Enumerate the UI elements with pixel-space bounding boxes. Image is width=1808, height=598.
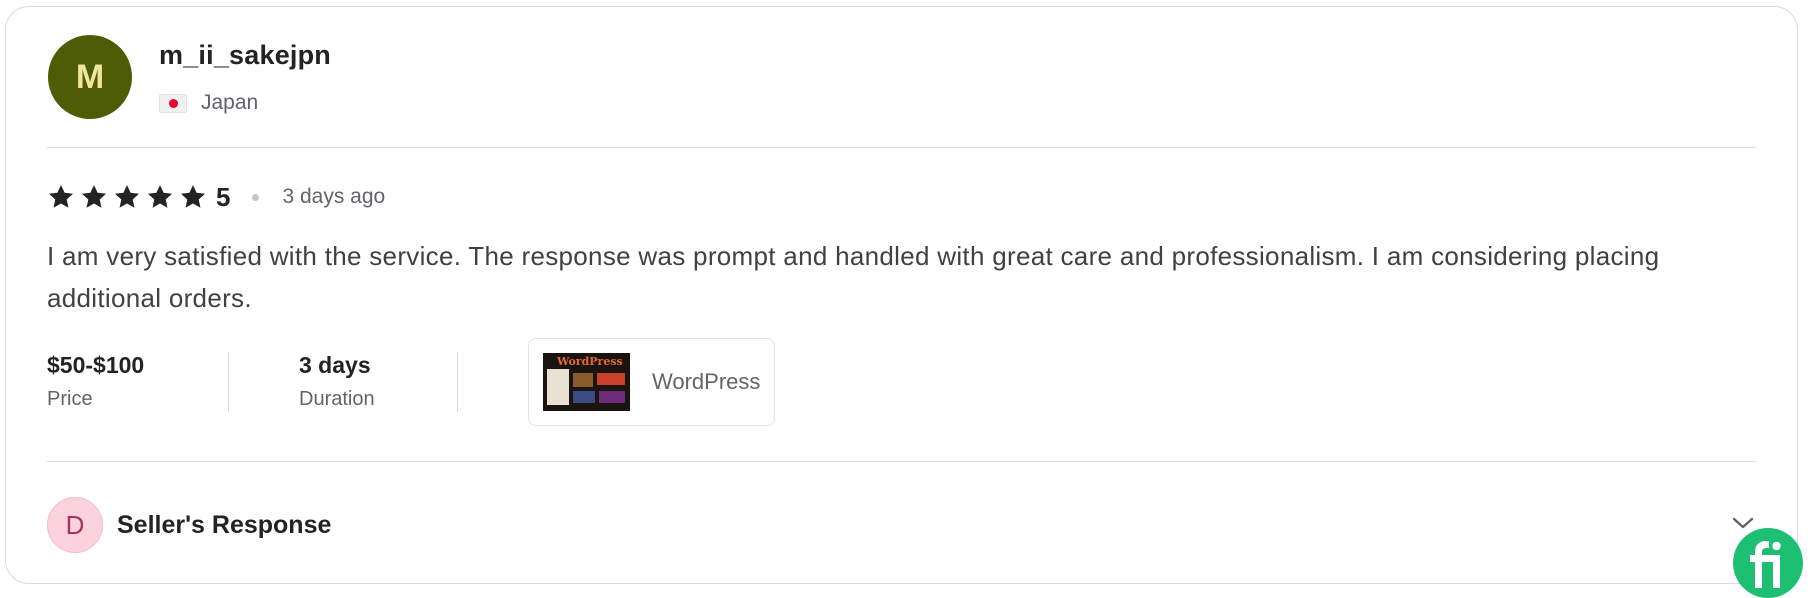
rating-value: 5	[216, 181, 231, 212]
gig-thumbnail: WordPress	[543, 353, 630, 411]
star-icon	[114, 185, 140, 208]
review-card: M m_ii_sakejpn Japan 5 3 days ago I am v…	[5, 6, 1798, 584]
reviewer-country: Japan	[201, 91, 259, 114]
reviewer-avatar[interactable]: M	[48, 35, 132, 119]
gig-thumbnail-logo: WordPress	[557, 355, 623, 368]
order-meta: $50-$100 Price 3 days Duration WordPress…	[47, 338, 776, 426]
separator-dot	[252, 193, 260, 201]
fiverr-logo-glyph	[1750, 541, 1781, 588]
price-block: $50-$100 Price	[47, 350, 228, 414]
header-divider	[47, 147, 1756, 148]
reviewer-avatar-initial: M	[75, 57, 105, 96]
seller-response-label: Seller's Response	[117, 510, 332, 539]
price-label: Price	[47, 388, 93, 410]
fiverr-logo-icon[interactable]	[1733, 528, 1803, 598]
star-icon	[81, 185, 107, 208]
star-icon	[180, 185, 206, 208]
japan-flag-icon	[159, 93, 187, 113]
reviewer-username[interactable]: m_ii_sakejpn	[159, 40, 331, 71]
review-text: I am very satisfied with the service. Th…	[47, 241, 1660, 313]
reviewer-country-row: Japan	[159, 91, 258, 115]
duration-block: 3 days Duration	[229, 350, 457, 414]
seller-avatar-initial: D	[65, 509, 85, 540]
star-icon	[147, 185, 173, 208]
price-value: $50-$100	[47, 352, 145, 378]
seller-avatar: D	[47, 497, 103, 553]
star-icon	[48, 185, 74, 208]
response-divider	[47, 461, 1756, 462]
star-rating	[47, 183, 207, 211]
duration-value: 3 days	[299, 352, 371, 378]
gig-link[interactable]: WordPress WordPress	[528, 338, 776, 426]
meta-divider	[457, 352, 458, 412]
seller-response-toggle[interactable]: D Seller's Response	[47, 497, 1756, 553]
gig-name: WordPress	[652, 369, 761, 394]
rating-row: 5 3 days ago	[47, 180, 385, 214]
review-time: 3 days ago	[282, 185, 386, 208]
duration-label: Duration	[299, 388, 375, 410]
chevron-down-icon[interactable]	[1730, 513, 1756, 533]
